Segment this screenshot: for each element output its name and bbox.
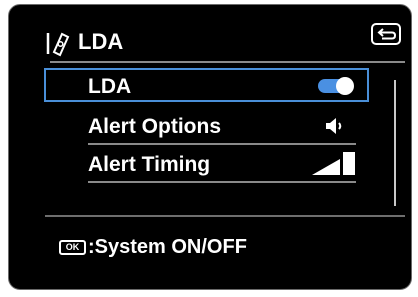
header-divider [50,61,405,63]
menu-item-label: Alert Timing [88,153,211,176]
lda-toggle[interactable] [318,77,354,95]
menu-item-alert-timing[interactable]: Alert Timing [44,148,369,182]
footer-hint: :System ON/OFF [88,236,247,258]
lda-hand-icon [45,30,71,58]
timing-level-icon [312,152,355,175]
menu-item-label: LDA [88,75,132,98]
back-button[interactable] [371,23,401,45]
menu-item-label: Alert Options [88,115,222,138]
item-divider [88,143,356,145]
return-icon [377,28,397,40]
speaker-icon [326,118,342,134]
scrollbar[interactable] [394,80,396,206]
page-title: LDA [78,29,124,54]
menu-item-lda[interactable]: LDA [44,68,369,102]
item-divider [88,181,356,183]
ok-button-icon: OK [59,240,86,255]
toggle-knob [336,77,354,95]
footer-divider [45,215,405,217]
menu-item-alert-options[interactable]: Alert Options [44,110,369,144]
